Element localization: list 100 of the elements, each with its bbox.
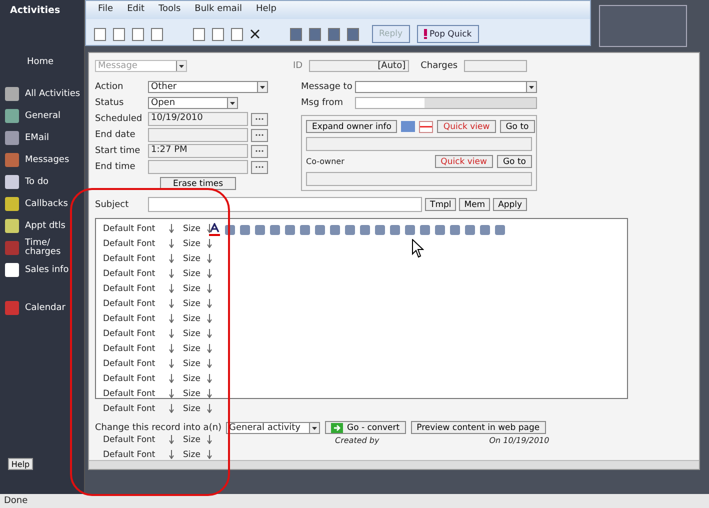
sidebar-item[interactable]: Messages bbox=[0, 149, 84, 171]
size-dropdown[interactable]: Size bbox=[183, 284, 201, 294]
caret-icon bbox=[227, 98, 237, 108]
down-arrow-icon bbox=[207, 359, 212, 368]
down-arrow-icon bbox=[207, 239, 212, 248]
subject-button[interactable]: Mem bbox=[459, 198, 490, 211]
font-color-icon[interactable] bbox=[209, 223, 220, 236]
owner-field[interactable] bbox=[306, 137, 532, 151]
menu-item[interactable]: Edit bbox=[127, 4, 144, 19]
font-dropdown[interactable]: Default Font bbox=[103, 434, 163, 444]
created-by-text: Created by bbox=[335, 436, 380, 445]
down-arrow-icon bbox=[169, 435, 174, 444]
minus-icon[interactable] bbox=[419, 120, 434, 132]
sidebar-item[interactable]: To do bbox=[0, 171, 84, 193]
field-label: End date bbox=[95, 130, 136, 140]
size-dropdown[interactable]: Size bbox=[183, 268, 201, 278]
size-dropdown[interactable]: Size bbox=[183, 328, 201, 338]
menu-item[interactable]: Bulk email bbox=[194, 4, 242, 19]
co-owner-label: Co-owner bbox=[306, 157, 344, 166]
activity-type-select[interactable]: General activity bbox=[226, 422, 320, 434]
down-arrow-icon bbox=[207, 299, 212, 308]
horizontal-scrollbar[interactable] bbox=[89, 460, 699, 469]
menu-item[interactable]: Help bbox=[256, 4, 276, 19]
quick-view-button[interactable]: Quick view bbox=[437, 120, 496, 133]
down-arrow-icon bbox=[207, 314, 212, 323]
input-field[interactable] bbox=[355, 97, 537, 109]
input-field[interactable] bbox=[148, 128, 248, 142]
font-dropdown[interactable]: Default Font bbox=[103, 388, 163, 398]
sidebar-item[interactable]: Time/ charges bbox=[0, 237, 84, 259]
font-dropdown[interactable]: Default Font bbox=[103, 328, 163, 338]
sidebar-item[interactable]: All Activities bbox=[0, 83, 84, 105]
sidebar-item[interactable]: Callbacks bbox=[0, 193, 84, 215]
dropdown-field[interactable] bbox=[355, 81, 537, 93]
font-dropdown[interactable]: Default Font bbox=[103, 314, 163, 324]
subject-button[interactable]: Apply bbox=[493, 198, 528, 211]
font-dropdown[interactable]: Default Font bbox=[103, 284, 163, 294]
menu-item[interactable]: File bbox=[98, 4, 114, 19]
font-dropdown[interactable]: Default Font bbox=[103, 358, 163, 368]
subject-button[interactable]: Tmpl bbox=[425, 198, 456, 211]
down-arrow-icon bbox=[207, 404, 212, 413]
down-arrow-icon bbox=[169, 284, 174, 293]
sidebar-item[interactable]: General bbox=[0, 105, 84, 127]
size-dropdown[interactable]: Size bbox=[183, 314, 201, 324]
down-arrow-icon bbox=[207, 224, 212, 233]
sidebar-item[interactable]: Sales info bbox=[0, 259, 84, 281]
font-dropdown[interactable]: Default Font bbox=[103, 344, 163, 354]
picker-button[interactable] bbox=[251, 144, 268, 158]
field-label: Scheduled bbox=[95, 114, 144, 124]
close-icon[interactable] bbox=[250, 29, 260, 39]
input-field[interactable]: 10/19/2010 bbox=[148, 112, 248, 126]
sidebar-item[interactable]: EMail bbox=[0, 127, 84, 149]
font-dropdown[interactable]: Default Font bbox=[103, 298, 163, 308]
editor-area[interactable] bbox=[95, 218, 628, 399]
subject-label: Subject bbox=[95, 200, 130, 210]
size-dropdown[interactable]: Size bbox=[183, 374, 201, 384]
sidebar-item[interactable]: Calendar bbox=[0, 297, 84, 319]
size-dropdown[interactable]: Size bbox=[183, 358, 201, 368]
go-convert-button[interactable]: Go - convert bbox=[325, 421, 406, 434]
dropdown-field[interactable]: Open bbox=[148, 97, 238, 109]
input-field[interactable] bbox=[148, 160, 248, 174]
down-arrow-icon bbox=[207, 374, 212, 383]
font-dropdown[interactable]: Default Font bbox=[103, 224, 163, 234]
font-dropdown[interactable]: Default Font bbox=[103, 450, 163, 460]
preview-button[interactable]: Preview content in web page bbox=[410, 421, 546, 434]
help-button[interactable]: Help bbox=[8, 458, 33, 470]
input-field[interactable]: 1:27 PM bbox=[148, 144, 248, 158]
size-dropdown[interactable]: Size bbox=[183, 434, 201, 444]
font-dropdown[interactable]: Default Font bbox=[103, 374, 163, 384]
font-dropdown[interactable]: Default Font bbox=[103, 268, 163, 278]
font-dropdown[interactable]: Default Font bbox=[103, 404, 163, 414]
quick-view-button[interactable]: Quick view bbox=[434, 155, 493, 168]
subject-field[interactable] bbox=[148, 197, 422, 212]
picker-button[interactable] bbox=[251, 160, 268, 174]
size-dropdown[interactable]: Size bbox=[183, 224, 201, 234]
size-dropdown[interactable]: Size bbox=[183, 298, 201, 308]
charges-field[interactable] bbox=[464, 60, 527, 72]
size-dropdown[interactable]: Size bbox=[183, 344, 201, 354]
size-dropdown[interactable]: Size bbox=[183, 388, 201, 398]
go-to-button[interactable]: Go to bbox=[496, 155, 532, 168]
expand-owner-button[interactable]: Expand owner info bbox=[306, 120, 398, 133]
size-dropdown[interactable]: Size bbox=[183, 254, 201, 264]
menu-item[interactable]: Tools bbox=[158, 4, 181, 19]
sidebar-item[interactable]: Home bbox=[0, 51, 84, 73]
dropdown-field[interactable]: Other bbox=[148, 81, 268, 93]
co-owner-field[interactable] bbox=[306, 172, 532, 186]
sidebar-item[interactable]: Appt dtls bbox=[0, 215, 84, 237]
ellipsis-icon bbox=[255, 165, 264, 169]
pop-quick-button[interactable]: Pop Quick bbox=[416, 25, 479, 43]
down-arrow-icon bbox=[207, 329, 212, 338]
size-dropdown[interactable]: Size bbox=[183, 404, 201, 414]
go-to-button[interactable]: Go to bbox=[500, 120, 535, 133]
size-dropdown[interactable]: Size bbox=[183, 450, 201, 460]
picker-button[interactable] bbox=[251, 128, 268, 142]
font-dropdown[interactable]: Default Font bbox=[103, 238, 163, 248]
exclamation-icon bbox=[424, 28, 427, 39]
picker-button[interactable] bbox=[251, 112, 268, 126]
size-dropdown[interactable]: Size bbox=[183, 238, 201, 248]
erase-times-button[interactable]: Erase times bbox=[160, 177, 236, 190]
down-arrow-icon bbox=[169, 299, 174, 308]
font-dropdown[interactable]: Default Font bbox=[103, 254, 163, 264]
